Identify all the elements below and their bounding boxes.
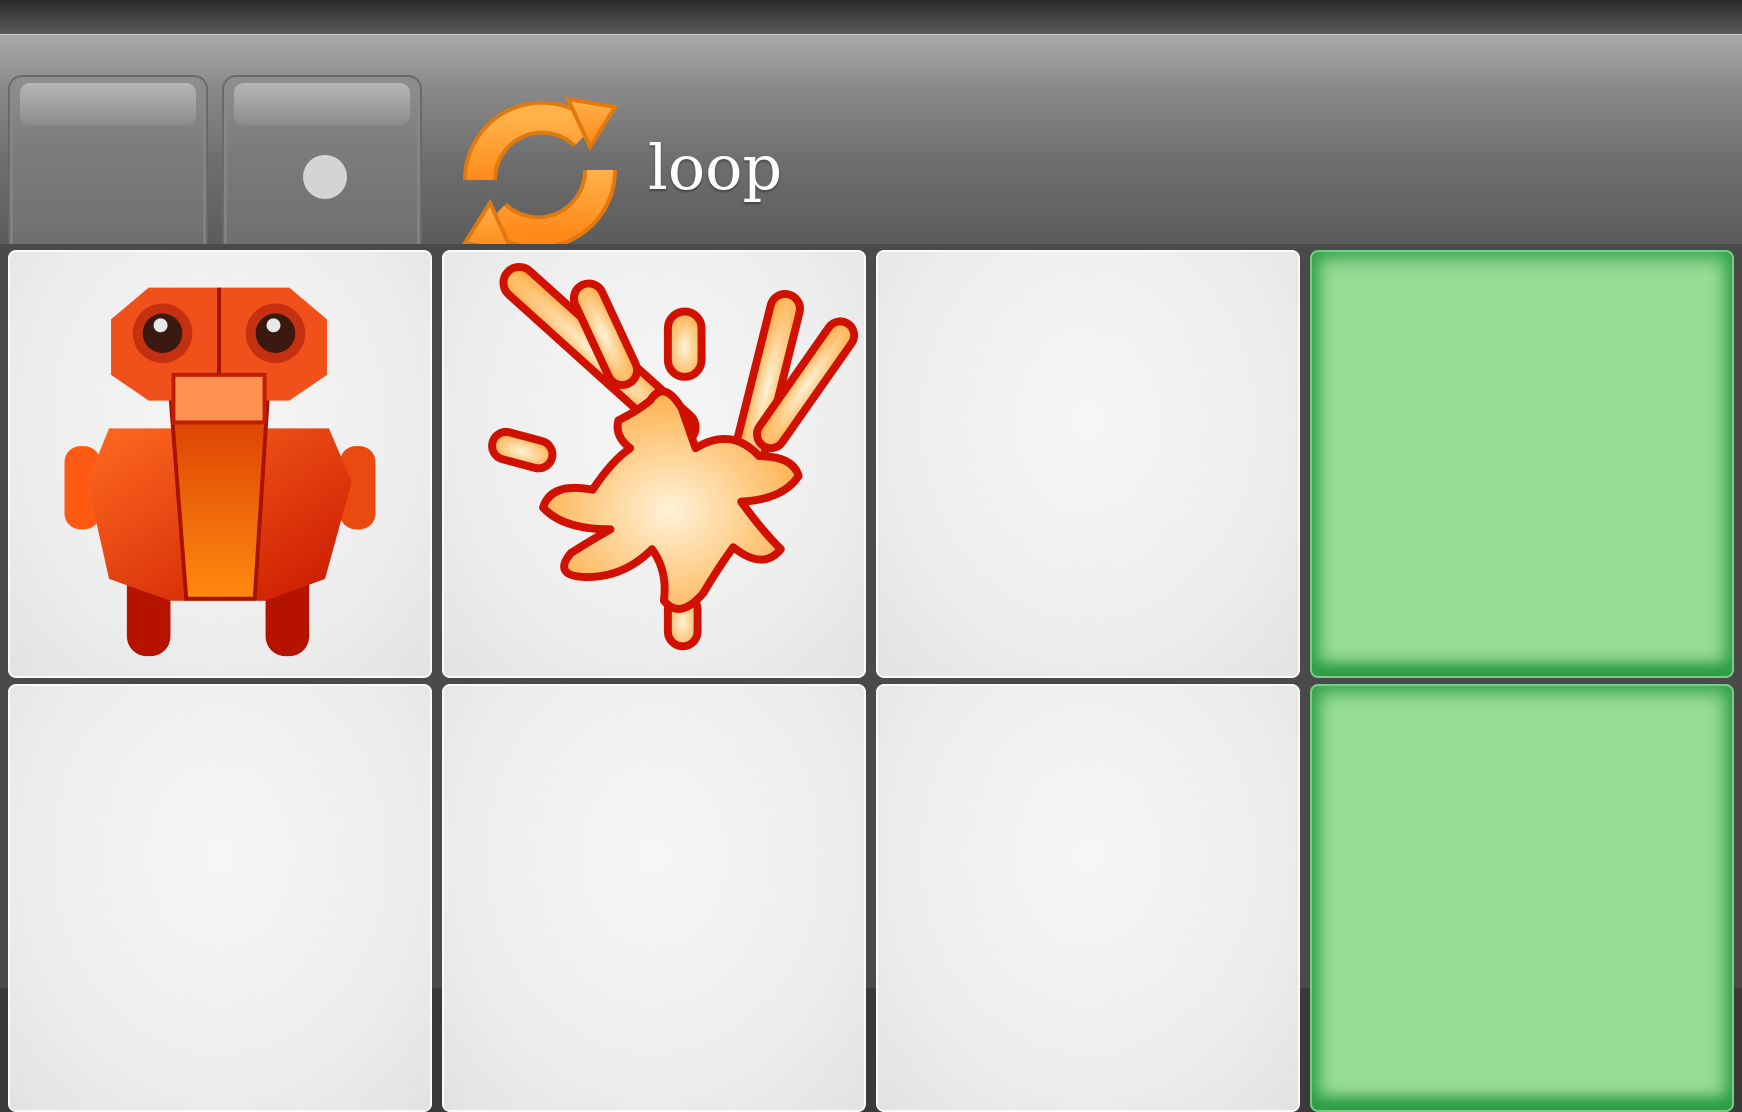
loop-icon[interactable] [450,85,630,265]
board-cell-r2c3[interactable] [876,684,1300,1112]
board-cell-r1c3[interactable] [876,250,1300,678]
dot-icon [303,155,347,199]
robot-icon [64,287,376,657]
button-gloss [20,83,196,125]
board-cell-r1c2[interactable] [442,250,866,678]
goal-cell-r1c4[interactable] [1310,250,1734,678]
button-gloss [234,83,410,125]
game-board [0,244,1742,1112]
loop-label: loop [648,131,783,204]
empty-slot-button[interactable] [8,75,208,271]
goal-cell-r2c4[interactable] [1310,684,1734,1112]
board-cell-r1c1[interactable] [8,250,432,678]
board-cell-r2c1[interactable] [8,684,432,1112]
command-toolbar: loop [0,34,1742,271]
dot-button[interactable] [222,75,422,271]
explosion-icon [488,262,859,651]
board-cell-r2c2[interactable] [442,684,866,1112]
top-bar [0,0,1742,34]
